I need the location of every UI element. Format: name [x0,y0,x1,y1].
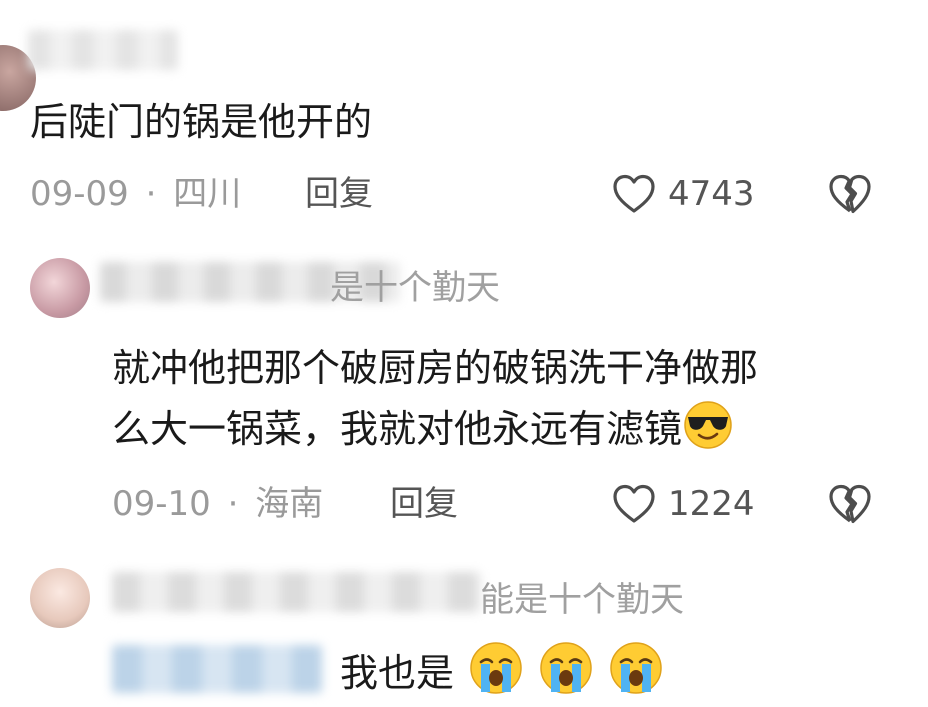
meta-separator: · [227,484,239,524]
crying-face-icon [610,642,663,694]
username-blurred[interactable] [28,30,178,70]
avatar[interactable] [30,258,90,318]
comment-date: 09-09 [30,174,129,214]
reply-button[interactable]: 回复 [390,484,458,524]
comment-text-body: 我也是 [340,651,455,695]
username-blurred[interactable] [112,572,482,612]
comment-date: 09-10 [112,484,211,524]
reply-button[interactable]: 回复 [305,174,373,214]
dislike-button[interactable] [826,170,874,218]
comment-text-line-2: 么大一锅菜，我就对他永远有滤镜 [112,398,902,459]
crying-face-icon [470,642,522,694]
meta-separator: · [145,174,157,214]
like-button[interactable] [610,170,658,218]
comment-text: 后陡门的锅是他开的 [30,100,373,144]
broken-heart-icon [829,484,871,524]
sunglasses-face-icon [684,401,732,449]
mention-blurred[interactable] [112,645,322,693]
comment-meta: 09-10 · 海南 [112,484,323,524]
comment-text: 就冲他把那个破厨房的破锅洗干净做那 么大一锅菜，我就对他永远有滤镜 [112,338,902,459]
comment-text-line: 么大一锅菜，我就对他永远有滤镜 [112,407,683,451]
reply-to-name: 能是十个勤天 [480,580,684,620]
comment-meta: 09-09 · 四川 [30,174,241,214]
like-button[interactable] [610,480,658,528]
broken-heart-icon [829,174,871,214]
comment-location: 海南 [255,484,324,524]
crying-face-icon [540,642,592,694]
avatar[interactable] [30,568,90,628]
comment-text-line: 就冲他把那个破厨房的破锅洗干净做那 [112,346,759,390]
reply-to-name: 是十个勤天 [330,268,500,308]
comment-location: 四川 [173,174,242,214]
dislike-button[interactable] [826,480,874,528]
like-count: 4743 [668,174,755,214]
heart-icon [613,174,655,213]
comment-text: 我也是 [340,640,664,701]
like-count: 1224 [668,484,755,524]
heart-icon [613,484,655,523]
